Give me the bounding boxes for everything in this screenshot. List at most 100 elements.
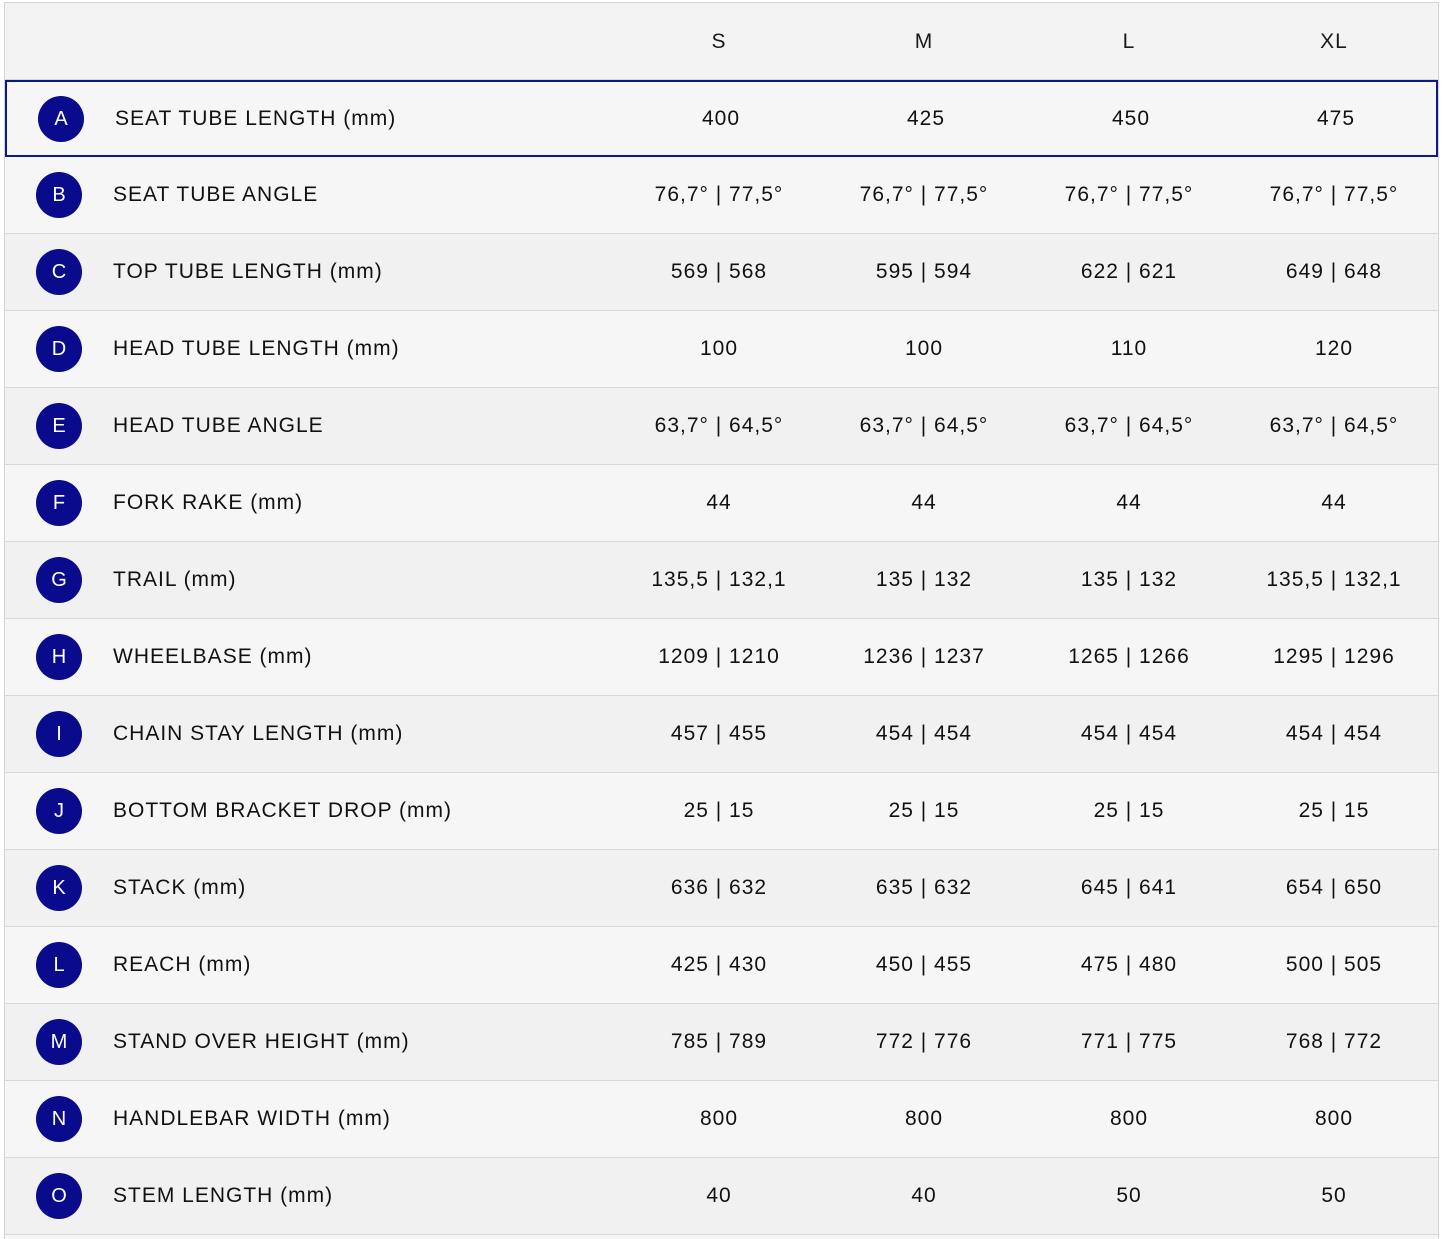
measurement-value: 400 (701, 107, 741, 130)
measurement-label: SEAT TUBE LENGTH (mm) (115, 107, 397, 130)
measurement-value: 768 | 772 (1285, 1030, 1383, 1053)
measurement-value: 595 | 594 (875, 260, 973, 283)
measurement-value: 772 | 776 (875, 1030, 973, 1053)
measurement-value: 63,7° | 64,5° (1269, 414, 1399, 437)
measurement-value: 120 (1314, 337, 1354, 360)
table-row[interactable]: E HEAD TUBE ANGLE 63,7° | 64,5° 63,7° | 64,… (5, 388, 1438, 465)
measurement-label: HEAD TUBE ANGLE (113, 414, 324, 437)
table-row[interactable]: I CHAIN STAY LENGTH (mm) 457 | 455 454 | 45… (5, 696, 1438, 773)
measurement-value: 649 | 648 (1285, 260, 1383, 283)
measurement-value: 569 | 568 (670, 260, 768, 283)
measurement-label: TRAIL (mm) (113, 568, 237, 591)
row-letter-badge: C (36, 249, 82, 295)
table-row[interactable]: N HANDLEBAR WIDTH (mm) 800 800 800 800 (5, 1081, 1438, 1158)
measurement-label: SEAT TUBE ANGLE (113, 183, 319, 206)
measurement-value: 100 (904, 337, 944, 360)
measurement-label: TOP TUBE LENGTH (mm) (113, 260, 383, 283)
row-letter-badge: F (36, 480, 82, 526)
measurement-value: 25 | 15 (1298, 799, 1370, 822)
measurement-value: 25 | 15 (1093, 799, 1165, 822)
measurement-value: 425 | 430 (670, 953, 768, 976)
measurement-value: 450 | 455 (875, 953, 973, 976)
row-letter-badge: I (36, 711, 82, 757)
measurement-value: 454 | 454 (875, 722, 973, 745)
measurement-label: REACH (mm) (113, 953, 252, 976)
table-row[interactable]: O STEM LENGTH (mm) 40 40 50 50 (5, 1158, 1438, 1235)
measurement-value: 450 (1111, 107, 1151, 130)
measurement-value: 500 | 505 (1285, 953, 1383, 976)
table-row[interactable]: C TOP TUBE LENGTH (mm) 569 | 568 595 | 594 6… (5, 234, 1438, 311)
measurement-value: 1265 | 1266 (1068, 645, 1190, 668)
measurement-value: 44 (706, 491, 732, 514)
measurement-value: 76,7° | 77,5° (654, 183, 784, 206)
row-letter-badge: E (36, 403, 82, 449)
row-letter-badge: K (36, 865, 82, 911)
measurement-value: 63,7° | 64,5° (1064, 414, 1194, 437)
measurement-value: 785 | 789 (670, 1030, 768, 1053)
measurement-label: STEM LENGTH (mm) (113, 1184, 334, 1207)
measurement-value: 800 (1314, 1107, 1354, 1130)
measurement-label: STAND OVER HEIGHT (mm) (113, 1030, 410, 1053)
measurement-value: 457 | 455 (670, 722, 768, 745)
geometry-table: S M L XL A SEAT TUBE LENGTH (mm) 400 425 450… (4, 2, 1439, 1239)
table-row[interactable]: M STAND OVER HEIGHT (mm) 785 | 789 772 | 77… (5, 1004, 1438, 1081)
measurement-label: WHEELBASE (mm) (113, 645, 313, 668)
measurement-label: BOTTOM BRACKET DROP (mm) (113, 799, 453, 822)
row-letter-badge: G (36, 557, 82, 603)
measurement-value: 76,7° | 77,5° (1269, 183, 1399, 206)
measurement-value: 800 (904, 1107, 944, 1130)
row-letter-badge: D (36, 326, 82, 372)
measurement-value: 44 (1321, 491, 1347, 514)
measurement-value: 1209 | 1210 (658, 645, 780, 668)
table-row[interactable]: G TRAIL (mm) 135,5 | 132,1 135 | 132 135 | 1… (5, 542, 1438, 619)
measurement-value: 771 | 775 (1080, 1030, 1178, 1053)
measurement-value: 63,7° | 64,5° (654, 414, 784, 437)
measurement-label: HEAD TUBE LENGTH (mm) (113, 337, 400, 360)
table-row[interactable]: F FORK RAKE (mm) 44 44 44 44 (5, 465, 1438, 542)
measurement-label: HANDLEBAR WIDTH (mm) (113, 1107, 391, 1130)
row-letter-badge: B (36, 172, 82, 218)
measurement-value: 44 (1116, 491, 1142, 514)
measurement-value: 654 | 650 (1285, 876, 1383, 899)
measurement-label: STACK (mm) (113, 876, 247, 899)
table-row[interactable]: B SEAT TUBE ANGLE 76,7° | 77,5° 76,7° | 77,… (5, 157, 1438, 234)
table-row[interactable]: D HEAD TUBE LENGTH (mm) 100 100 110 120 (5, 311, 1438, 388)
size-header-xl: XL (1320, 30, 1348, 53)
measurement-value: 800 (699, 1107, 739, 1130)
row-letter-badge: H (36, 634, 82, 680)
table-row[interactable]: L REACH (mm) 425 | 430 450 | 455 475 | 480 50… (5, 927, 1438, 1004)
measurement-value: 454 | 454 (1285, 722, 1383, 745)
measurement-value: 425 (906, 107, 946, 130)
table-row[interactable]: K STACK (mm) 636 | 632 635 | 632 645 | 641 65… (5, 850, 1438, 927)
table-row[interactable]: H WHEELBASE (mm) 1209 | 1210 1236 | 1237 126… (5, 619, 1438, 696)
measurement-value: 645 | 641 (1080, 876, 1178, 899)
measurement-value: 63,7° | 64,5° (859, 414, 989, 437)
measurement-value: 135,5 | 132,1 (651, 568, 787, 591)
measurement-value: 135 | 132 (875, 568, 973, 591)
measurement-value: 135 | 132 (1080, 568, 1178, 591)
measurement-value: 454 | 454 (1080, 722, 1178, 745)
row-letter-badge: J (36, 788, 82, 834)
measurement-value: 76,7° | 77,5° (1064, 183, 1194, 206)
measurement-value: 1236 | 1237 (863, 645, 985, 668)
measurement-value: 635 | 632 (875, 876, 973, 899)
measurement-label: FORK RAKE (mm) (113, 491, 304, 514)
measurement-value: 50 (1321, 1184, 1347, 1207)
measurement-value: 50 (1116, 1184, 1142, 1207)
measurement-label: CHAIN STAY LENGTH (mm) (113, 722, 404, 745)
row-letter-badge: N (36, 1096, 82, 1142)
measurement-value: 76,7° | 77,5° (859, 183, 989, 206)
measurement-value: 40 (706, 1184, 732, 1207)
table-row[interactable]: A SEAT TUBE LENGTH (mm) 400 425 450 475 (5, 80, 1438, 157)
measurement-value: 40 (911, 1184, 937, 1207)
table-row[interactable]: J BOTTOM BRACKET DROP (mm) 25 | 15 25 | 15 2… (5, 773, 1438, 850)
row-letter-badge: O (36, 1173, 82, 1219)
size-header-s: S (711, 30, 727, 53)
measurement-value: 100 (699, 337, 739, 360)
measurement-value: 800 (1109, 1107, 1149, 1130)
table-body: A SEAT TUBE LENGTH (mm) 400 425 450 475 B SEAT … (5, 80, 1438, 1235)
row-letter-badge: M (36, 1019, 82, 1065)
table-header: S M L XL (5, 3, 1438, 80)
size-header-l: L (1122, 30, 1136, 53)
measurement-value: 636 | 632 (670, 876, 768, 899)
